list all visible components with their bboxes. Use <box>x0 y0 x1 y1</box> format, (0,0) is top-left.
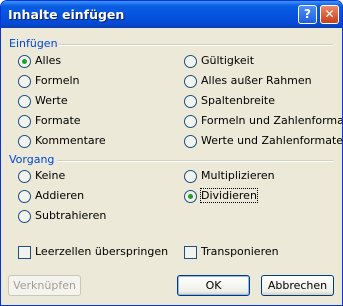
radio-label: Formeln <box>35 74 80 87</box>
radio-label: Gültigkeit <box>201 54 255 67</box>
radio-circle[interactable] <box>18 210 31 223</box>
paste-special-dialog: Inhalte einfügen ? ✕ Einfügen Alles Form… <box>0 0 343 306</box>
radio-circle[interactable] <box>18 55 31 68</box>
radio-circle[interactable] <box>18 115 31 128</box>
radio-circle[interactable] <box>184 95 197 108</box>
radio-label: Kommentare <box>35 134 106 147</box>
radio-selected-dot <box>188 194 193 199</box>
radio-circle[interactable] <box>18 75 31 88</box>
radio-circle[interactable] <box>184 190 197 203</box>
ok-button[interactable]: OK <box>177 275 250 296</box>
radio-label: Multiplizieren <box>201 169 275 182</box>
link-button[interactable]: Verknüpfen <box>8 275 81 296</box>
radio-label: Alles außer Rahmen <box>201 74 312 87</box>
radio-circle[interactable] <box>184 115 197 128</box>
help-button[interactable]: ? <box>298 5 317 24</box>
help-icon: ? <box>304 7 311 21</box>
radio-label: Werte und Zahlenformate <box>201 134 343 147</box>
radio-circle[interactable] <box>18 95 31 108</box>
radio-circle[interactable] <box>18 170 31 183</box>
radio-label: Formeln und Zahlenformate <box>201 114 343 127</box>
radio-label: Spaltenbreite <box>201 94 275 107</box>
radio-label: Alles <box>35 54 62 67</box>
radio-label: Keine <box>35 169 66 182</box>
radio-circle[interactable] <box>18 190 31 203</box>
radio-circle[interactable] <box>184 75 197 88</box>
paste-group-divider <box>59 44 333 46</box>
radio-circle[interactable] <box>18 135 31 148</box>
radio-label: Dividieren <box>200 188 258 203</box>
checkbox-label: Transponieren <box>201 245 279 258</box>
close-icon: ✕ <box>324 7 335 21</box>
paste-group-title: Einfügen <box>9 37 58 50</box>
checkbox-label: Leerzellen überspringen <box>35 245 169 258</box>
radio-circle[interactable] <box>184 55 197 68</box>
dialog-body: Einfügen Alles Formeln Werte Formate Kom… <box>1 28 342 305</box>
radio-label: Addieren <box>35 189 85 202</box>
radio-label: Werte <box>35 94 68 107</box>
checkbox-box[interactable] <box>184 246 197 259</box>
radio-selected-dot <box>22 59 27 64</box>
radio-label: Formate <box>35 114 81 127</box>
operation-group-title: Vorgang <box>9 153 55 166</box>
cancel-button[interactable]: Abbrechen <box>261 275 334 296</box>
radio-label: Subtrahieren <box>35 209 107 222</box>
close-button[interactable]: ✕ <box>320 5 339 24</box>
radio-circle[interactable] <box>184 170 197 183</box>
checkbox-box[interactable] <box>18 246 31 259</box>
operation-group-divider <box>57 160 333 162</box>
radio-circle[interactable] <box>184 135 197 148</box>
window-title: Inhalte einfügen <box>8 7 125 22</box>
title-bar[interactable]: Inhalte einfügen ? ✕ <box>1 1 342 28</box>
